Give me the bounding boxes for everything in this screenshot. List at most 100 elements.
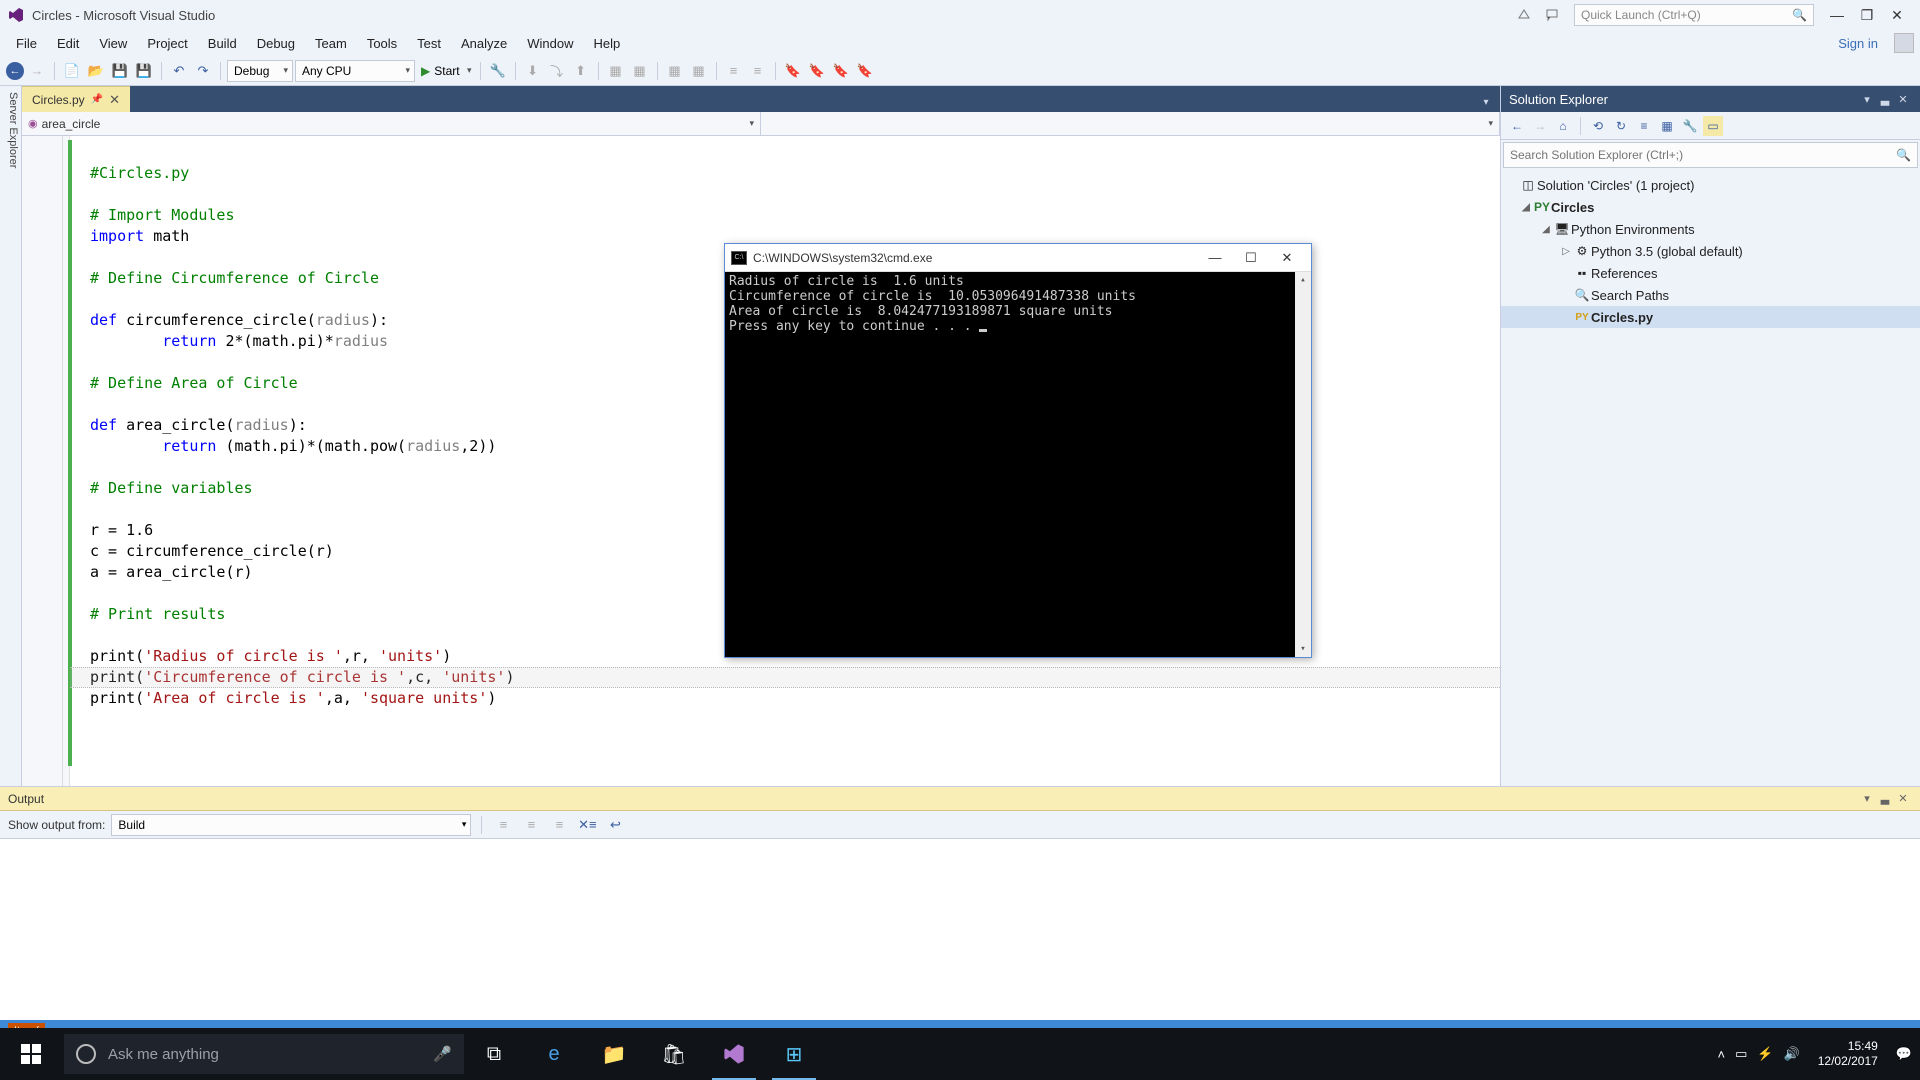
feedback-icon[interactable] xyxy=(1542,5,1562,25)
menu-file[interactable]: File xyxy=(6,32,47,55)
console-body[interactable]: Radius of circle is 1.6 units Circumfere… xyxy=(725,272,1311,657)
restore-button[interactable]: ❐ xyxy=(1852,4,1882,26)
nav-member-dropdown[interactable]: ◉area_circle xyxy=(22,112,761,135)
sol-collapse-icon[interactable]: ≡ xyxy=(1634,116,1654,136)
tree-solution[interactable]: ◫Solution 'Circles' (1 project) xyxy=(1501,174,1920,196)
tray-chevron-icon[interactable]: ˄ xyxy=(1717,1047,1725,1062)
toolbar-btn-5[interactable]: ≡ xyxy=(723,60,745,82)
tree-project[interactable]: ◢PYCircles xyxy=(1501,196,1920,218)
output-clear-icon[interactable]: ✕≡ xyxy=(576,814,598,836)
save-all-button[interactable]: 💾 xyxy=(133,60,155,82)
menu-build[interactable]: Build xyxy=(198,32,247,55)
solution-search-input[interactable] xyxy=(1510,148,1896,162)
close-button[interactable]: ✕ xyxy=(1882,4,1912,26)
platform-dropdown[interactable]: Any CPU xyxy=(295,60,415,82)
bookmark-clear-button[interactable]: 🔖 xyxy=(854,60,876,82)
clock[interactable]: 15:49 12/02/2017 xyxy=(1810,1039,1886,1069)
start-button[interactable]: ▶Start xyxy=(417,60,474,82)
server-explorer-tab[interactable]: Server Explorer xyxy=(0,86,22,786)
toolbar-btn-3[interactable]: ▦ xyxy=(664,60,686,82)
cortana-search[interactable]: Ask me anything 🎤 xyxy=(64,1034,464,1074)
output-goto-icon[interactable]: ≡ xyxy=(492,814,514,836)
tab-overflow-button[interactable]: ▾ xyxy=(1476,92,1496,112)
sol-home-icon[interactable]: ⌂ xyxy=(1553,116,1573,136)
redo-button[interactable]: ↷ xyxy=(192,60,214,82)
visualstudio-button[interactable] xyxy=(704,1028,764,1080)
tree-python-env[interactable]: ◢🖥Python Environments xyxy=(1501,218,1920,240)
pin-icon[interactable]: 📌 xyxy=(91,94,103,105)
avatar-icon[interactable] xyxy=(1894,33,1914,53)
console-titlebar[interactable]: C:\ C:\WINDOWS\system32\cmd.exe — ☐ ✕ xyxy=(725,244,1311,272)
output-body[interactable] xyxy=(0,839,1920,1020)
menu-help[interactable]: Help xyxy=(584,32,631,55)
tab-close-icon[interactable]: ✕ xyxy=(109,92,120,108)
panel-dropdown-icon[interactable]: ▾ xyxy=(1858,93,1876,106)
panel-pin-icon[interactable]: ▃ xyxy=(1876,93,1894,106)
nav-scope-dropdown[interactable] xyxy=(761,112,1500,135)
toolbar-btn-1[interactable]: ▦ xyxy=(605,60,627,82)
menu-edit[interactable]: Edit xyxy=(47,32,89,55)
tab-circles-py[interactable]: Circles.py 📌 ✕ xyxy=(22,86,130,112)
new-project-button[interactable]: 📄 xyxy=(61,60,83,82)
step-out-button[interactable]: ⬆ xyxy=(570,60,592,82)
sol-show-all-icon[interactable]: ▦ xyxy=(1657,116,1677,136)
scroll-down-icon[interactable]: ▾ xyxy=(1295,641,1311,657)
console-window[interactable]: C:\ C:\WINDOWS\system32\cmd.exe — ☐ ✕ Ra… xyxy=(724,243,1312,658)
store-button[interactable]: 🛍 xyxy=(644,1028,704,1080)
console-minimize-button[interactable]: — xyxy=(1197,246,1233,270)
output-source-dropdown[interactable]: Build xyxy=(111,814,471,836)
sol-back-icon[interactable]: ← xyxy=(1507,116,1527,136)
bookmark-next-button[interactable]: 🔖 xyxy=(830,60,852,82)
bookmark-button[interactable]: 🔖 xyxy=(782,60,804,82)
output-pin-icon[interactable]: ▃ xyxy=(1876,792,1894,805)
panel-close-icon[interactable]: ✕ xyxy=(1894,93,1912,106)
action-center-icon[interactable]: 💬 xyxy=(1896,1046,1912,1062)
output-dropdown-icon[interactable]: ▾ xyxy=(1858,792,1876,805)
output-wrap-icon[interactable]: ↩ xyxy=(604,814,626,836)
menu-team[interactable]: Team xyxy=(305,32,357,55)
solution-tree[interactable]: ◫Solution 'Circles' (1 project) ◢PYCircl… xyxy=(1501,170,1920,786)
toolbar-btn-4[interactable]: ▦ xyxy=(688,60,710,82)
tree-search-paths[interactable]: 🔍Search Paths xyxy=(1501,284,1920,306)
toolbar-btn-6[interactable]: ≡ xyxy=(747,60,769,82)
expand-icon[interactable]: ◢ xyxy=(1519,202,1533,213)
expand-icon[interactable]: ▷ xyxy=(1559,246,1573,257)
microphone-icon[interactable]: 🎤 xyxy=(433,1045,452,1063)
sol-sync-icon[interactable]: ⟲ xyxy=(1588,116,1608,136)
minimize-button[interactable]: — xyxy=(1822,4,1852,26)
sol-preview-icon[interactable]: ▭ xyxy=(1703,116,1723,136)
step-into-button[interactable]: ⬇ xyxy=(522,60,544,82)
output-close-icon[interactable]: ✕ xyxy=(1894,792,1912,805)
wifi-icon[interactable]: ⚡ xyxy=(1757,1046,1773,1062)
output-prev-icon[interactable]: ≡ xyxy=(520,814,542,836)
sign-in-link[interactable]: Sign in xyxy=(1838,36,1888,51)
tree-file-circles[interactable]: PYCircles.py xyxy=(1501,306,1920,328)
tree-python-version[interactable]: ▷⚙Python 3.5 (global default) xyxy=(1501,240,1920,262)
sol-forward-icon[interactable]: → xyxy=(1530,116,1550,136)
solution-search[interactable]: 🔍 xyxy=(1503,142,1918,168)
expand-icon[interactable]: ◢ xyxy=(1539,224,1553,235)
menu-debug[interactable]: Debug xyxy=(247,32,305,55)
start-button[interactable] xyxy=(0,1028,62,1080)
sol-props-icon[interactable]: 🔧 xyxy=(1680,116,1700,136)
tree-references[interactable]: ▪▪References xyxy=(1501,262,1920,284)
open-file-button[interactable]: 📂 xyxy=(85,60,107,82)
cmd-button[interactable]: ⊞ xyxy=(764,1028,824,1080)
menu-window[interactable]: Window xyxy=(517,32,583,55)
battery-icon[interactable]: ▭ xyxy=(1735,1046,1747,1062)
console-close-button[interactable]: ✕ xyxy=(1269,246,1305,270)
undo-button[interactable]: ↶ xyxy=(168,60,190,82)
menu-test[interactable]: Test xyxy=(407,32,451,55)
config-dropdown[interactable]: Debug xyxy=(227,60,293,82)
edge-button[interactable]: e xyxy=(524,1028,584,1080)
bookmark-prev-button[interactable]: 🔖 xyxy=(806,60,828,82)
nav-back-button[interactable]: ← xyxy=(6,62,24,80)
process-button[interactable]: 🔧 xyxy=(487,60,509,82)
quick-launch-input[interactable]: Quick Launch (Ctrl+Q) 🔍 xyxy=(1574,4,1814,26)
console-scrollbar[interactable]: ▴ ▾ xyxy=(1295,272,1311,657)
save-button[interactable]: 💾 xyxy=(109,60,131,82)
nav-forward-button[interactable]: → xyxy=(26,60,48,82)
menu-view[interactable]: View xyxy=(89,32,137,55)
volume-icon[interactable]: 🔊 xyxy=(1784,1046,1800,1062)
toolbar-btn-2[interactable]: ▦ xyxy=(629,60,651,82)
